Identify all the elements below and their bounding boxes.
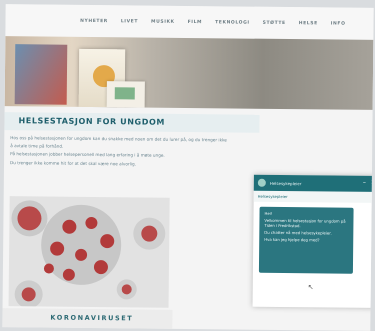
hero-book-left: [14, 44, 68, 105]
chat-header: Helsesykepleier – ×: [253, 174, 374, 193]
minimize-icon[interactable]: –: [363, 179, 366, 186]
nav-item-film[interactable]: FILM: [188, 19, 203, 24]
hero-image: [4, 36, 374, 110]
close-icon[interactable]: ×: [371, 179, 374, 186]
nav-item-musikk[interactable]: MUSIKK: [151, 19, 175, 24]
page-title: HELSESTASJON FOR UNGDOM: [18, 116, 165, 127]
chat-message: Hei! Velkommen til helsestasjon for ungd…: [258, 206, 354, 274]
nav-item-livet[interactable]: LIVET: [121, 19, 138, 24]
chat-line-2: Du chatter nå med helsesykepleier.: [264, 229, 332, 236]
chat-header-name: Helsesykepleier: [269, 180, 302, 186]
nav-item-teknologi[interactable]: TEKNOLOGI: [215, 20, 250, 25]
chat-avatar: [257, 178, 266, 187]
main-nav: NYHETER LIVET MUSIKK FILM TEKNOLOGI STØT…: [5, 4, 374, 40]
chat-subheader: Helsesykepleier: [253, 190, 374, 204]
nav-item-helse[interactable]: HELSE: [299, 21, 318, 26]
chat-greeting: Hei!: [264, 210, 273, 216]
mouse-cursor-icon: ↖: [307, 283, 314, 292]
article-card-label[interactable]: KORONAVIRUSET: [2, 308, 173, 329]
chat-line-3: Hva kan jeg hjelpe deg med?: [264, 236, 320, 243]
chat-line-1: Velkommen til helsestasjon for ungdom på…: [264, 217, 346, 229]
nav-item-info[interactable]: INFO: [331, 21, 346, 26]
article-title: KORONAVIRUSET: [50, 313, 134, 323]
browser-screen: NYHETER LIVET MUSIKK FILM TEKNOLOGI STØT…: [2, 4, 374, 331]
nav-item-stotte[interactable]: STØTTE: [263, 20, 286, 25]
hero-book-small: [106, 81, 145, 108]
coronavirus-image[interactable]: [8, 196, 170, 308]
virus-illustration: [11, 200, 166, 308]
intro-text: Hos oss på helsestasjonen for ungdom kan…: [10, 134, 230, 169]
intro-paragraph-3: Du trenger ikke komme hit for at det ska…: [10, 159, 137, 167]
nav-item-nyheter[interactable]: NYHETER: [80, 18, 108, 23]
